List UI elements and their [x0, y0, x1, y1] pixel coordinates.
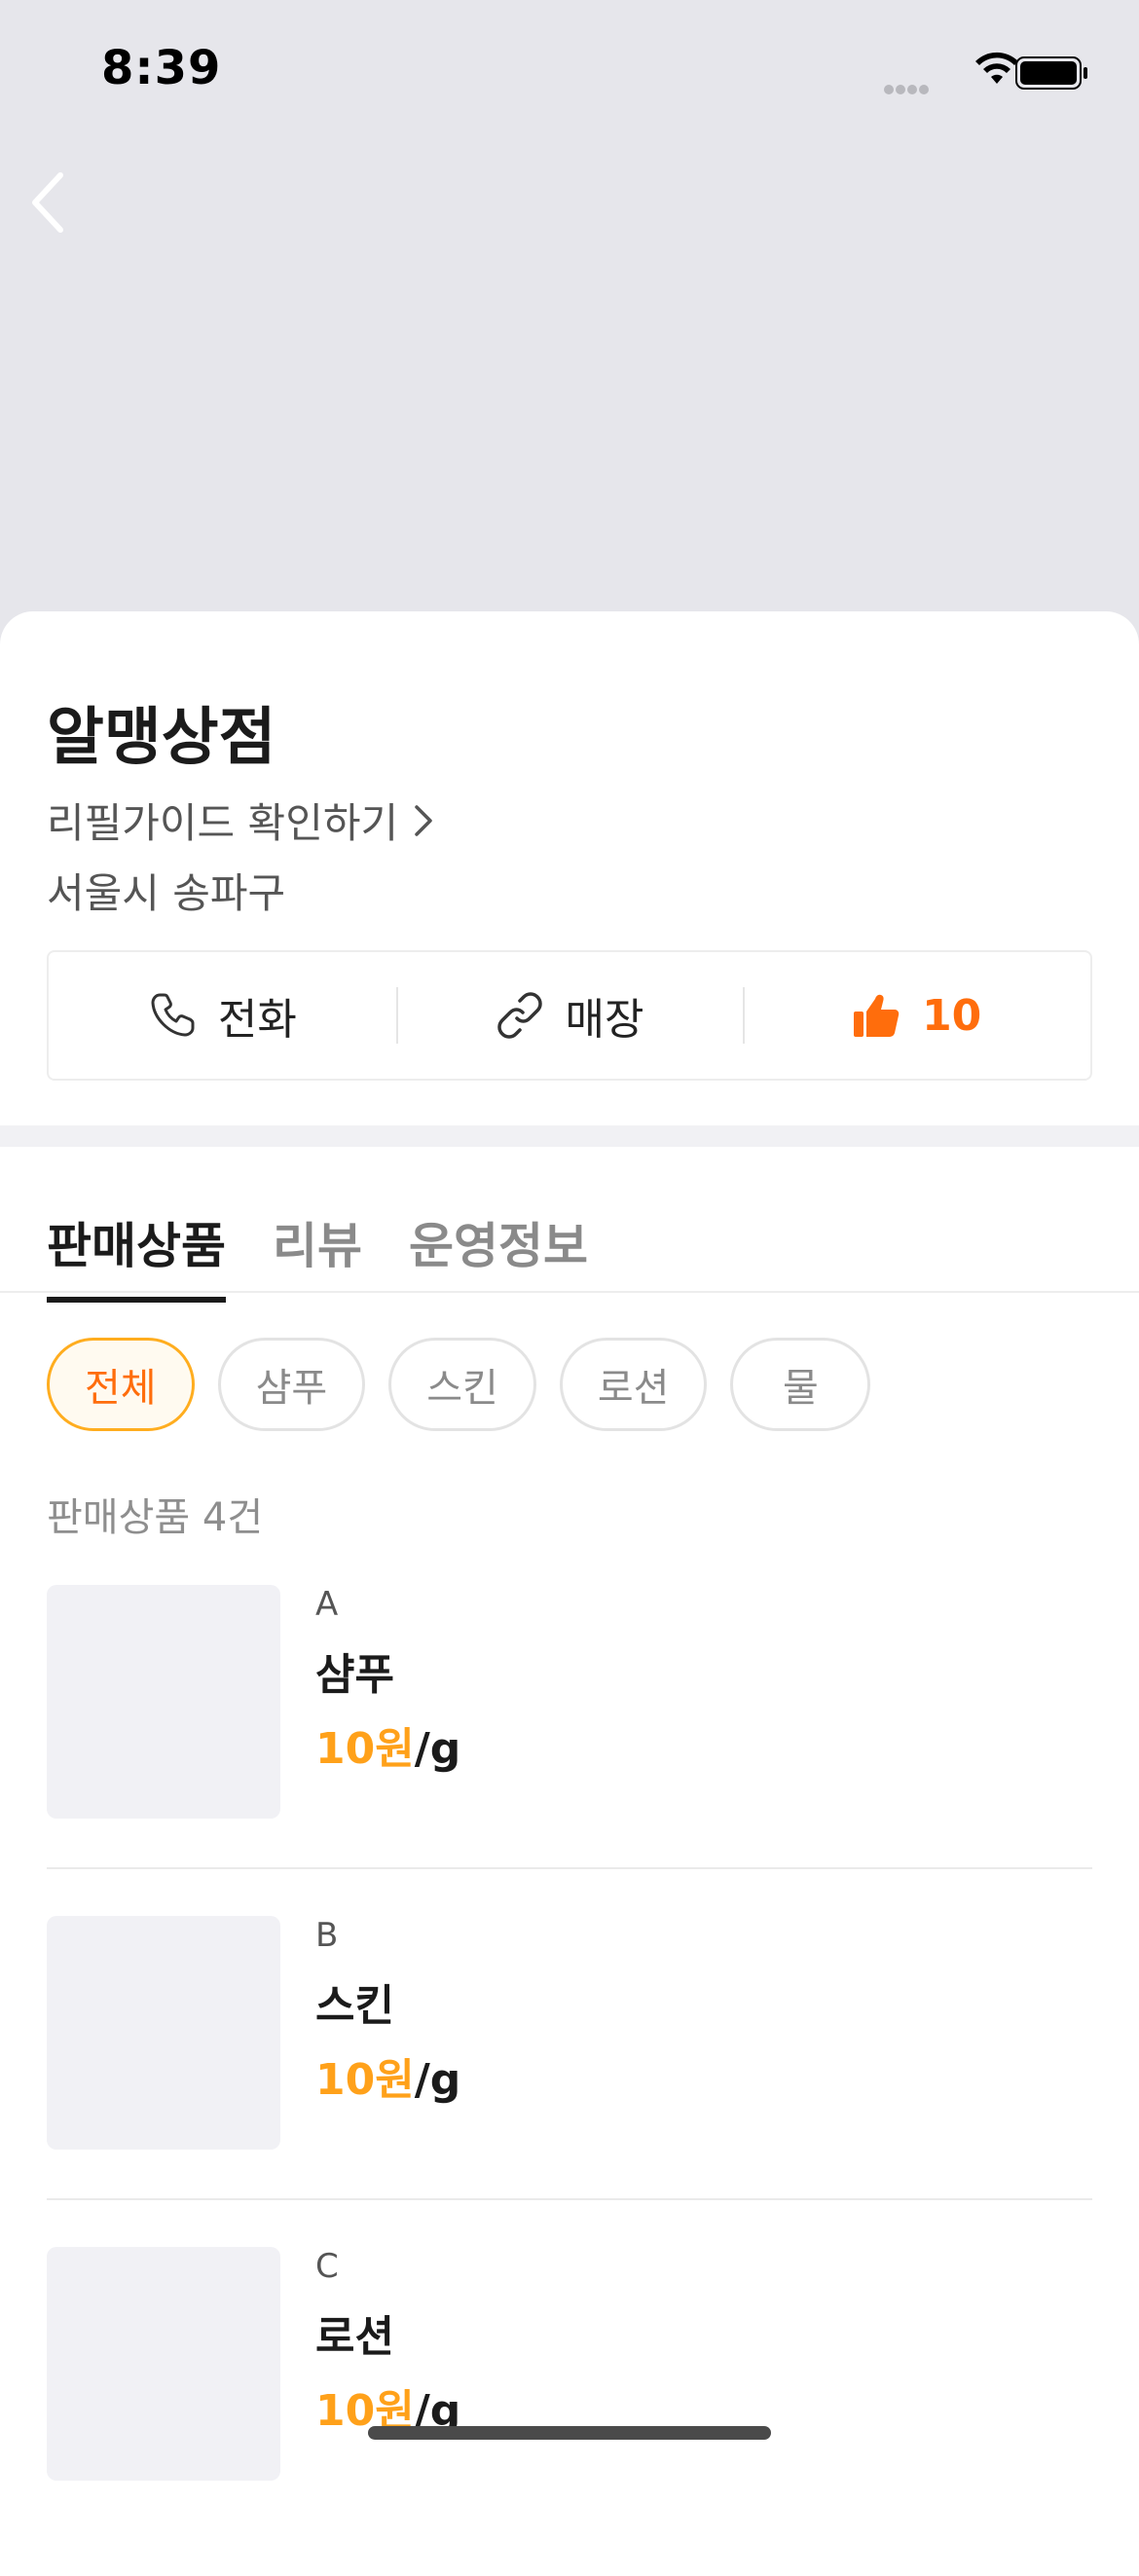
product-price: 10원/g [315, 2044, 460, 2107]
tab-bar: 판매상품 리뷰 운영정보 [47, 1207, 635, 1303]
like-count: 10 [922, 990, 982, 1041]
phone-icon [151, 993, 195, 1037]
call-label: 전화 [217, 995, 297, 1045]
tab-products[interactable]: 판매상품 [47, 1207, 226, 1303]
product-thumbnail [47, 2247, 280, 2481]
refill-guide-link[interactable]: 리필가이드 확인하기 [47, 791, 435, 850]
status-time: 8:39 [101, 41, 222, 95]
filter-chip-lotion[interactable]: 로션 [559, 1338, 708, 1431]
tab-reviews[interactable]: 리뷰 [273, 1207, 362, 1303]
tab-info[interactable]: 운영정보 [409, 1207, 588, 1303]
product-item[interactable]: B 스킨 10원/g [47, 1916, 1092, 2200]
thumbs-up-icon [854, 994, 900, 1037]
store-name: 알맹상점 [47, 702, 276, 774]
product-brand: B [315, 1916, 339, 1955]
product-price: 10원/g [315, 1713, 460, 1776]
filter-chip-all[interactable]: 전체 [47, 1338, 195, 1431]
product-thumbnail [47, 1585, 280, 1819]
product-brand: C [315, 2247, 339, 2286]
link-icon [496, 992, 542, 1039]
chevron-right-icon [415, 804, 432, 836]
price-unit: /g [414, 1724, 461, 1774]
cellular-signal-icon [884, 80, 931, 98]
product-name: 스킨 [315, 1981, 394, 2031]
like-button[interactable]: 10 [743, 952, 1090, 1079]
store-hero-image [0, 0, 1139, 662]
store-label: 매장 [565, 995, 644, 1045]
price-amount: 10원 [315, 2055, 415, 2105]
filter-chip-water[interactable]: 물 [730, 1338, 871, 1431]
product-brand: A [315, 1585, 339, 1624]
chevron-left-icon [32, 172, 63, 233]
category-filter: 전체 샴푸 스킨 로션 물 [47, 1338, 894, 1431]
tab-divider [0, 1291, 1139, 1293]
product-name: 로션 [315, 2312, 394, 2362]
product-name: 샴푸 [315, 1650, 394, 1700]
call-button[interactable]: 전화 [49, 952, 396, 1079]
action-bar: 전화 매장 10 [47, 950, 1092, 1081]
price-unit: /g [414, 2055, 461, 2105]
store-link-button[interactable]: 매장 [395, 952, 744, 1079]
product-count: 판매상품 4건 [47, 1495, 264, 1540]
product-item[interactable]: A 샴푸 10원/g [47, 1585, 1092, 1869]
product-item[interactable]: C 로션 10원/g [47, 2247, 1092, 2529]
product-thumbnail [47, 1916, 280, 2150]
refill-guide-label: 리필가이드 확인하기 [47, 799, 399, 847]
wifi-icon [975, 52, 1018, 84]
battery-icon [1015, 56, 1087, 90]
section-divider [0, 1125, 1139, 1147]
price-amount: 10원 [315, 1724, 415, 1774]
filter-chip-skin[interactable]: 스킨 [388, 1338, 536, 1431]
filter-chip-shampoo[interactable]: 샴푸 [217, 1338, 366, 1431]
store-address: 서울시 송파구 [47, 869, 286, 917]
home-indicator [368, 2426, 771, 2440]
back-button[interactable] [19, 164, 78, 241]
